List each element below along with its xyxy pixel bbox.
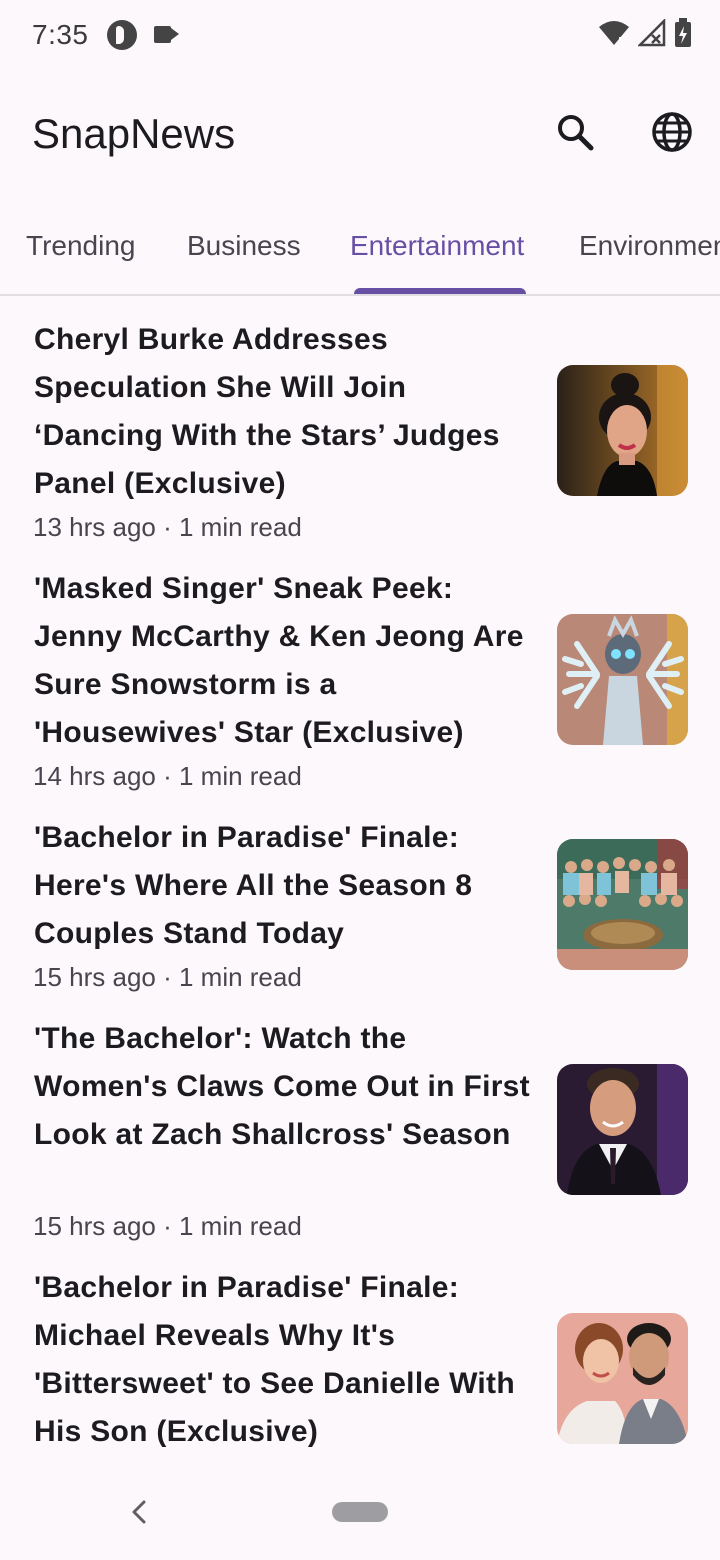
status-time: 7:35 xyxy=(32,19,89,50)
app-title: SnapNews xyxy=(32,110,236,157)
category-tabs: Trending Business Entertainment Environm… xyxy=(0,200,720,296)
search-button[interactable] xyxy=(551,108,599,156)
svg-text:5: 5 xyxy=(618,36,624,47)
article-thumbnail xyxy=(557,614,688,745)
article-title: Cheryl Burke Addresses Speculation She W… xyxy=(34,323,500,500)
back-icon xyxy=(132,1500,146,1524)
status-icons: 5 xyxy=(598,18,692,48)
home-pill-icon[interactable] xyxy=(332,1502,388,1522)
article-card[interactable]: 'Bachelor in Paradise' Finale: Michael R… xyxy=(0,1264,720,1464)
article-title: 'Masked Singer' Sneak Peek: Jenny McCart… xyxy=(34,572,524,749)
article-meta: 13 hrs ago · 1 min read xyxy=(33,512,302,542)
article-meta: 15 hrs ago · 1 min read xyxy=(33,1211,302,1241)
article-card[interactable]: 'Masked Singer' Sneak Peek: Jenny McCart… xyxy=(0,565,720,794)
app-bar: SnapNews xyxy=(0,72,720,200)
wifi-icon: 5 xyxy=(599,21,629,47)
tab-trending[interactable]: Trending xyxy=(26,230,135,262)
tab-environment[interactable]: Environment xyxy=(579,230,720,262)
tab-business[interactable]: Business xyxy=(187,230,301,262)
language-button[interactable] xyxy=(648,108,696,156)
status-bar: 7:35 5 xyxy=(0,0,720,72)
video-camera-icon xyxy=(154,26,179,43)
article-thumbnail xyxy=(557,1064,688,1195)
search-icon xyxy=(558,115,594,151)
article-meta: 15 hrs ago · 1 min read xyxy=(33,962,302,992)
article-thumbnail xyxy=(557,1313,688,1444)
signal-icon xyxy=(638,19,666,47)
battery-charging-icon xyxy=(675,18,691,47)
tab-entertainment[interactable]: Entertainment xyxy=(350,230,524,262)
article-card[interactable]: Cheryl Burke Addresses Speculation She W… xyxy=(0,316,720,545)
system-nav-bar xyxy=(0,1464,720,1560)
article-meta: 14 hrs ago · 1 min read xyxy=(33,761,302,791)
globe-icon xyxy=(652,112,692,152)
article-card[interactable]: 'The Bachelor': Watch the Women's Claws … xyxy=(0,1015,720,1244)
app-notification-icon xyxy=(107,20,137,50)
article-title: 'Bachelor in Paradise' Finale: Michael R… xyxy=(34,1271,515,1448)
back-button[interactable] xyxy=(126,1498,154,1526)
tab-indicator xyxy=(354,288,526,294)
article-card[interactable]: 'Bachelor in Paradise' Finale: Here's Wh… xyxy=(0,814,720,995)
article-thumbnail xyxy=(557,365,688,496)
article-title: 'Bachelor in Paradise' Finale: Here's Wh… xyxy=(34,821,473,950)
article-title: 'The Bachelor': Watch the Women's Claws … xyxy=(34,1022,530,1151)
article-feed[interactable]: Cheryl Burke Addresses Speculation She W… xyxy=(0,296,720,1464)
article-thumbnail xyxy=(557,839,688,970)
